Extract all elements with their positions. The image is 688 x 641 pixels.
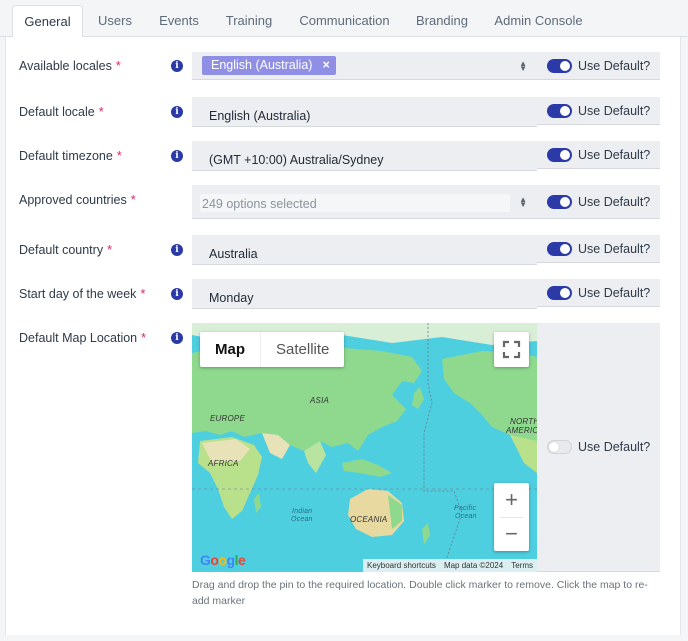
required-marker: * (115, 59, 121, 73)
map-widget[interactable]: Map Satellite + − ASIA EUROPE AFRICA NOR… (192, 323, 537, 572)
map-label-north-america: AMERIC (506, 426, 537, 435)
info-icon[interactable]: i (171, 244, 183, 256)
available-locales-select[interactable]: English (Australia) × ▲ ▼ (192, 52, 537, 80)
use-default-label: Use Default? (578, 286, 651, 300)
default-country-label: Default country * (19, 243, 112, 257)
required-marker: * (141, 331, 147, 345)
use-default-box: Use Default? (537, 97, 660, 125)
info-icon[interactable]: i (171, 60, 183, 72)
map-label-pacific-ocean: Ocean (455, 513, 477, 520)
start-day-value: Monday (209, 291, 254, 305)
tab-events[interactable]: Events (150, 5, 208, 37)
default-locale-label: Default locale * (19, 105, 104, 119)
tab-training[interactable]: Training (218, 5, 280, 37)
google-logo: Google (200, 552, 246, 568)
tab-users[interactable]: Users (88, 5, 142, 37)
required-marker: * (98, 105, 104, 119)
use-default-label: Use Default? (578, 148, 651, 162)
select-caret-icon[interactable]: ▲ ▼ (519, 60, 527, 73)
map-label-oceania: OCEANIA (350, 515, 388, 524)
use-default-toggle[interactable] (547, 195, 572, 209)
required-marker: * (116, 149, 122, 163)
zoom-in-button[interactable]: + (494, 483, 529, 517)
default-country-value: Australia (209, 247, 258, 261)
required-marker: * (130, 193, 136, 207)
approved-countries-label: Approved countries * (19, 193, 136, 207)
map-data-text: Map data ©2024 (443, 561, 504, 570)
info-icon[interactable]: i (171, 288, 183, 300)
tab-branding[interactable]: Branding (409, 5, 475, 37)
use-default-label: Use Default? (578, 440, 651, 454)
map-type-control: Map Satellite (200, 332, 345, 367)
map-label-north-america: NORTH (510, 417, 537, 426)
tab-admin-console[interactable]: Admin Console (488, 5, 589, 37)
use-default-toggle[interactable] (547, 148, 572, 162)
map-type-map-button[interactable]: Map (200, 332, 260, 367)
use-default-toggle[interactable] (547, 104, 572, 118)
start-day-field[interactable]: Monday (192, 279, 537, 309)
default-locale-field[interactable]: English (Australia) (192, 97, 537, 127)
terms-link[interactable]: Terms (507, 559, 537, 572)
use-default-box: Use Default? (537, 279, 660, 307)
map-label-pacific-ocean: Pacific (454, 505, 477, 512)
available-locales-label: Available locales * (19, 59, 121, 73)
tab-bar: General Users Events Training Communicat… (0, 0, 688, 38)
approved-countries-placeholder: 249 options selected (202, 197, 317, 211)
tab-communication[interactable]: Communication (292, 5, 397, 37)
default-timezone-field[interactable]: (GMT +10:00) Australia/Sydney (192, 141, 537, 171)
use-default-box: Use Default? (537, 141, 660, 169)
select-caret-icon[interactable]: ▲ ▼ (519, 196, 527, 209)
map-help-text: Drag and drop the pin to the required lo… (192, 579, 648, 607)
default-timezone-value: (GMT +10:00) Australia/Sydney (209, 153, 384, 167)
use-default-toggle[interactable] (547, 286, 572, 300)
use-default-box: Use Default? (537, 323, 660, 572)
use-default-toggle[interactable] (547, 242, 572, 256)
info-icon[interactable]: i (171, 106, 183, 118)
tab-general[interactable]: General (12, 5, 83, 38)
default-map-location-label: Default Map Location * (19, 331, 147, 345)
map-label-asia: ASIA (310, 396, 330, 405)
map-label-indian-ocean: Indian (292, 508, 313, 515)
use-default-toggle[interactable] (547, 440, 572, 454)
info-icon[interactable]: i (171, 332, 183, 344)
use-default-label: Use Default? (578, 59, 651, 73)
approved-countries-select[interactable]: 249 options selected ▲ ▼ (192, 185, 537, 219)
start-day-label: Start day of the week * (19, 287, 146, 301)
map-label-europe: EUROPE (210, 414, 245, 423)
use-default-box: Use Default? (537, 52, 660, 80)
locale-chip: English (Australia) × (202, 56, 336, 75)
use-default-toggle[interactable] (547, 59, 572, 73)
use-default-label: Use Default? (578, 104, 651, 118)
fullscreen-button[interactable] (494, 332, 529, 367)
default-country-field[interactable]: Australia (192, 235, 537, 265)
use-default-label: Use Default? (578, 242, 651, 256)
map-label-africa: AFRICA (208, 459, 239, 468)
required-marker: * (140, 287, 146, 301)
info-icon[interactable]: i (171, 150, 183, 162)
use-default-box: Use Default? (537, 185, 660, 219)
map-type-satellite-button[interactable]: Satellite (260, 332, 344, 367)
default-locale-value: English (Australia) (209, 109, 311, 123)
fullscreen-icon (502, 340, 521, 359)
map-label-indian-ocean: Ocean (291, 516, 313, 523)
use-default-box: Use Default? (537, 235, 660, 263)
keyboard-shortcuts-link[interactable]: Keyboard shortcuts (363, 559, 440, 572)
zoom-control: + − (494, 483, 529, 551)
zoom-out-button[interactable]: − (494, 518, 529, 551)
map-attribution: Keyboard shortcuts Map data ©2024 Terms (363, 559, 537, 572)
default-timezone-label: Default timezone * (19, 149, 122, 163)
chip-remove-icon[interactable]: × (322, 58, 329, 72)
required-marker: * (107, 243, 112, 257)
use-default-label: Use Default? (578, 195, 651, 209)
